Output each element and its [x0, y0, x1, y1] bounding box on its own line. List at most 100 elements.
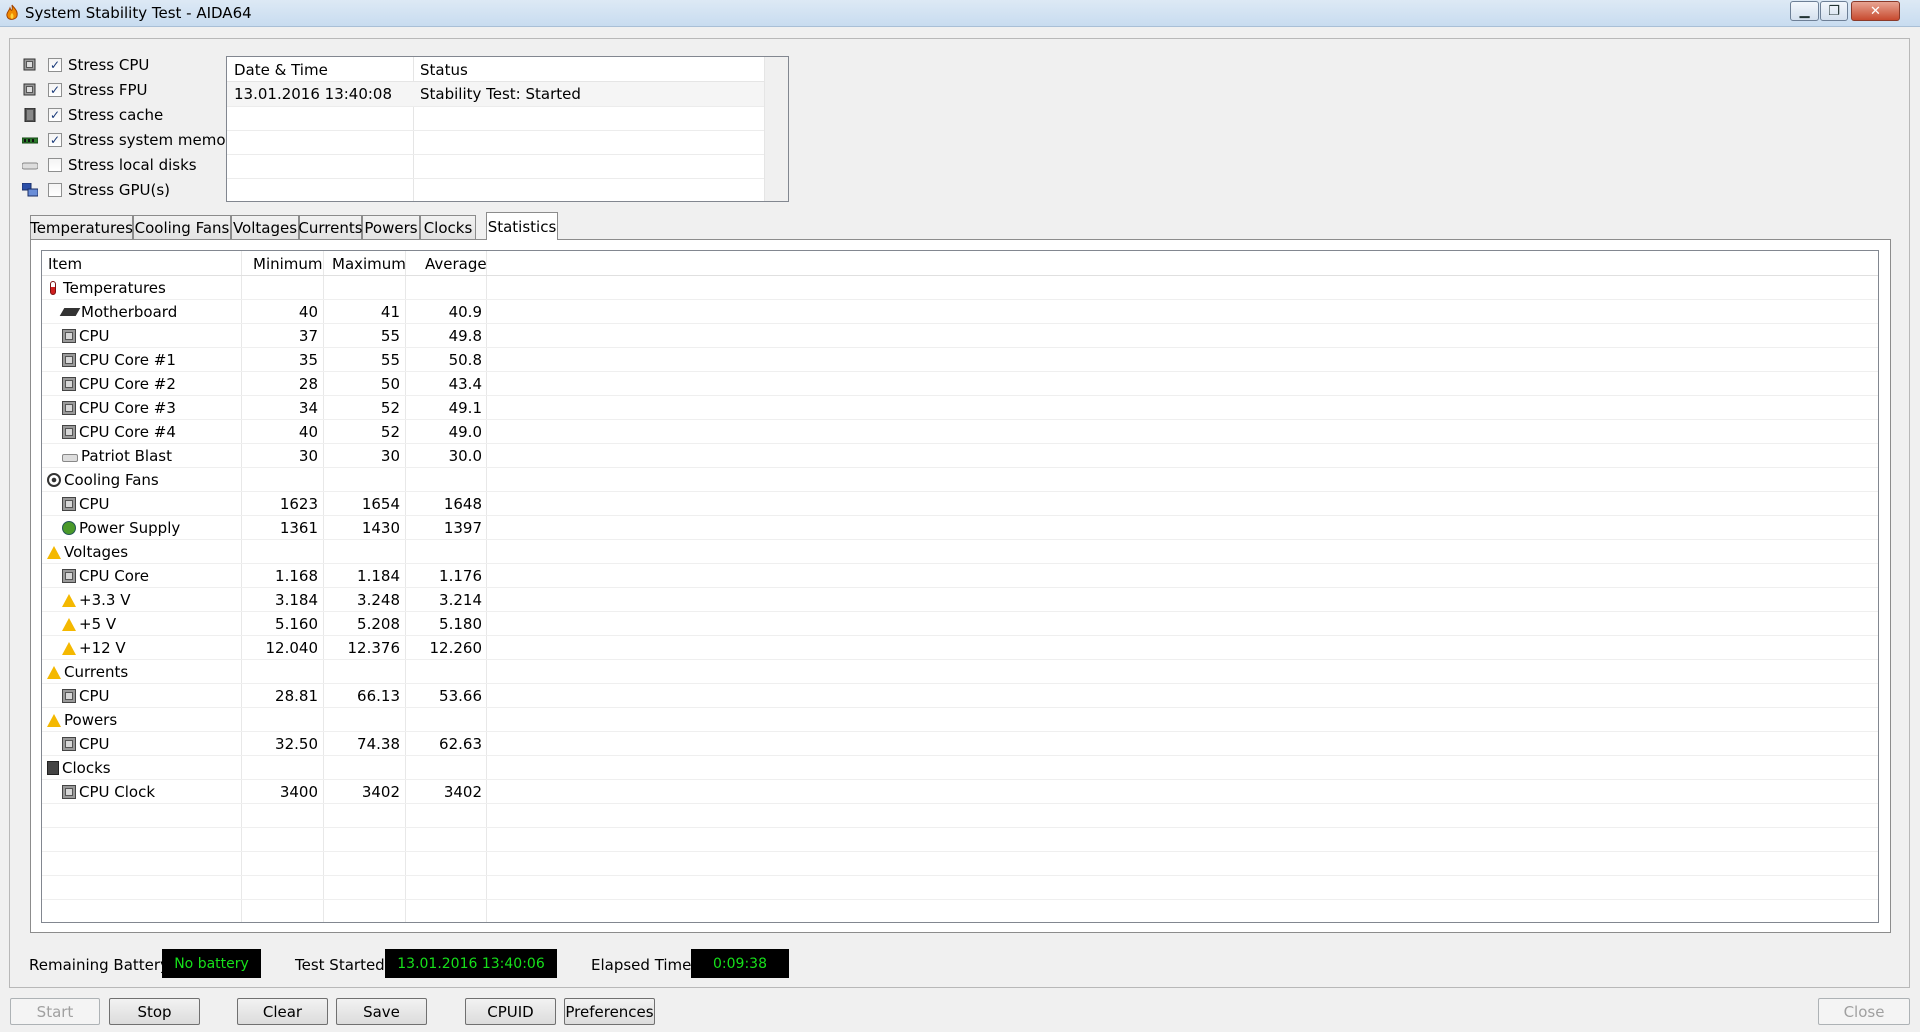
stress-disks-checkbox[interactable]: [48, 158, 62, 172]
item-name: +5 V: [62, 615, 116, 633]
cpuid-button[interactable]: CPUID: [465, 998, 556, 1025]
stress-fpu-option[interactable]: ✓ Stress FPU: [22, 79, 148, 101]
chip-icon: [62, 425, 76, 439]
table-row[interactable]: CPU Core #2 28 50 43.4: [42, 372, 1878, 396]
test-started-value: 13.01.2016 13:40:06: [385, 949, 557, 978]
power-supply-icon: [62, 521, 76, 535]
close-window-button[interactable]: ✕: [1851, 1, 1900, 21]
elapsed-time-label: Elapsed Time:: [591, 956, 697, 974]
value-max: 55: [380, 351, 400, 369]
item-name: CPU: [62, 687, 110, 705]
table-row[interactable]: CPU Core #4 40 52 49.0: [42, 420, 1878, 444]
value-avg: 5.180: [439, 615, 482, 633]
disk-icon: [62, 454, 78, 462]
header-minimum[interactable]: Minimum: [253, 255, 323, 273]
log-row-divider: [227, 178, 765, 179]
item-name: CPU: [62, 327, 110, 345]
log-header-datetime[interactable]: Date & Time: [234, 61, 328, 79]
restore-icon: ❐: [1828, 3, 1840, 19]
item-name: CPU Core #2: [62, 375, 176, 393]
thermometer-icon: [50, 281, 56, 295]
tab-cooling-fans[interactable]: Cooling Fans: [133, 215, 231, 239]
tab-clocks[interactable]: Clocks: [420, 215, 476, 239]
table-row[interactable]: CPU Core #3 34 52 49.1: [42, 396, 1878, 420]
stress-cache-option[interactable]: ✓ Stress cache: [22, 104, 163, 126]
stress-memory-label: Stress system memory: [68, 131, 241, 149]
save-button[interactable]: Save: [336, 998, 427, 1025]
stress-fpu-checkbox[interactable]: ✓: [48, 83, 62, 97]
item-name: Temperatures: [47, 279, 166, 297]
log-row[interactable]: 13.01.2016 13:40:08 Stability Test: Star…: [227, 82, 765, 106]
stress-disks-option[interactable]: Stress local disks: [22, 154, 197, 176]
group-row[interactable]: Cooling Fans: [42, 468, 1878, 492]
table-row[interactable]: +5 V 5.160 5.208 5.180: [42, 612, 1878, 636]
stress-cache-checkbox[interactable]: ✓: [48, 108, 62, 122]
table-row[interactable]: Motherboard 40 41 40.9: [42, 300, 1878, 324]
motherboard-icon: [59, 308, 81, 316]
group-row[interactable]: Clocks: [42, 756, 1878, 780]
table-row[interactable]: CPU Core 1.168 1.184 1.176: [42, 564, 1878, 588]
header-average[interactable]: Average: [425, 255, 487, 273]
start-button[interactable]: Start: [10, 998, 100, 1025]
stop-button[interactable]: Stop: [109, 998, 200, 1025]
preferences-button[interactable]: Preferences: [564, 998, 655, 1025]
status-log-table[interactable]: Date & Time Status 13.01.2016 13:40:08 S…: [226, 56, 789, 202]
stress-memory-checkbox[interactable]: ✓: [48, 133, 62, 147]
group-row[interactable]: Currents: [42, 660, 1878, 684]
item-label: Voltages: [64, 543, 129, 561]
stress-memory-option[interactable]: ✓ Stress system memory: [22, 129, 241, 151]
tab-currents[interactable]: Currents: [298, 215, 363, 239]
value-min: 1623: [279, 495, 318, 513]
item-label: CPU Core #2: [79, 375, 176, 393]
header-item[interactable]: Item: [48, 255, 82, 273]
clear-button[interactable]: Clear: [237, 998, 328, 1025]
close-button[interactable]: Close: [1818, 998, 1910, 1025]
header-maximum[interactable]: Maximum: [332, 255, 406, 273]
table-row[interactable]: CPU 28.81 66.13 53.66: [42, 684, 1878, 708]
table-row[interactable]: CPU Core #1 35 55 50.8: [42, 348, 1878, 372]
statistics-table[interactable]: Item Minimum Maximum Average Temperature…: [41, 250, 1879, 923]
group-row[interactable]: Powers: [42, 708, 1878, 732]
item-label: CPU Core #3: [79, 399, 176, 417]
title-bar: System Stability Test - AIDA64 ▁ ❐ ✕: [0, 0, 1920, 27]
value-min: 28.81: [275, 687, 318, 705]
tab-temperatures[interactable]: Temperatures: [30, 215, 133, 239]
item-name: Patriot Blast: [62, 447, 172, 465]
stress-disks-label: Stress local disks: [68, 156, 197, 174]
group-row[interactable]: Temperatures: [42, 276, 1878, 300]
restore-button[interactable]: ❐: [1820, 1, 1848, 21]
table-row[interactable]: CPU 37 55 49.8: [42, 324, 1878, 348]
table-row[interactable]: Power Supply 1361 1430 1397: [42, 516, 1878, 540]
item-label: +12 V: [79, 639, 126, 657]
table-row[interactable]: +3.3 V 3.184 3.248 3.214: [42, 588, 1878, 612]
tab-powers[interactable]: Powers: [362, 215, 420, 239]
value-min: 3400: [279, 783, 318, 801]
tab-voltages[interactable]: Voltages: [231, 215, 299, 239]
log-scrollbar[interactable]: [764, 57, 788, 201]
value-max: 41: [380, 303, 400, 321]
table-row[interactable]: CPU 1623 1654 1648: [42, 492, 1878, 516]
stress-gpu-checkbox[interactable]: [48, 183, 62, 197]
item-name: Motherboard: [59, 303, 177, 321]
chip-icon: [62, 689, 76, 703]
value-min: 28: [298, 375, 318, 393]
value-min: 1.168: [275, 567, 318, 585]
log-row-divider: [227, 154, 765, 155]
group-row[interactable]: Voltages: [42, 540, 1878, 564]
log-header-status[interactable]: Status: [420, 61, 468, 79]
stress-gpu-option[interactable]: Stress GPU(s): [22, 179, 170, 201]
value-max: 52: [380, 399, 400, 417]
table-row[interactable]: CPU 32.50 74.38 62.63: [42, 732, 1878, 756]
stress-cache-label: Stress cache: [68, 106, 164, 124]
item-label: Power Supply: [79, 519, 181, 537]
value-avg: 12.260: [429, 639, 483, 657]
table-row[interactable]: Patriot Blast 30 30 30.0: [42, 444, 1878, 468]
table-row[interactable]: CPU Clock 3400 3402 3402: [42, 780, 1878, 804]
value-avg: 1.176: [439, 567, 482, 585]
value-min: 30: [298, 447, 318, 465]
stress-cpu-checkbox[interactable]: ✓: [48, 58, 62, 72]
minimize-button[interactable]: ▁: [1790, 1, 1819, 21]
table-row[interactable]: +12 V 12.040 12.376 12.260: [42, 636, 1878, 660]
stress-cpu-option[interactable]: ✓ Stress CPU: [22, 54, 149, 76]
tab-statistics[interactable]: Statistics: [486, 212, 558, 240]
